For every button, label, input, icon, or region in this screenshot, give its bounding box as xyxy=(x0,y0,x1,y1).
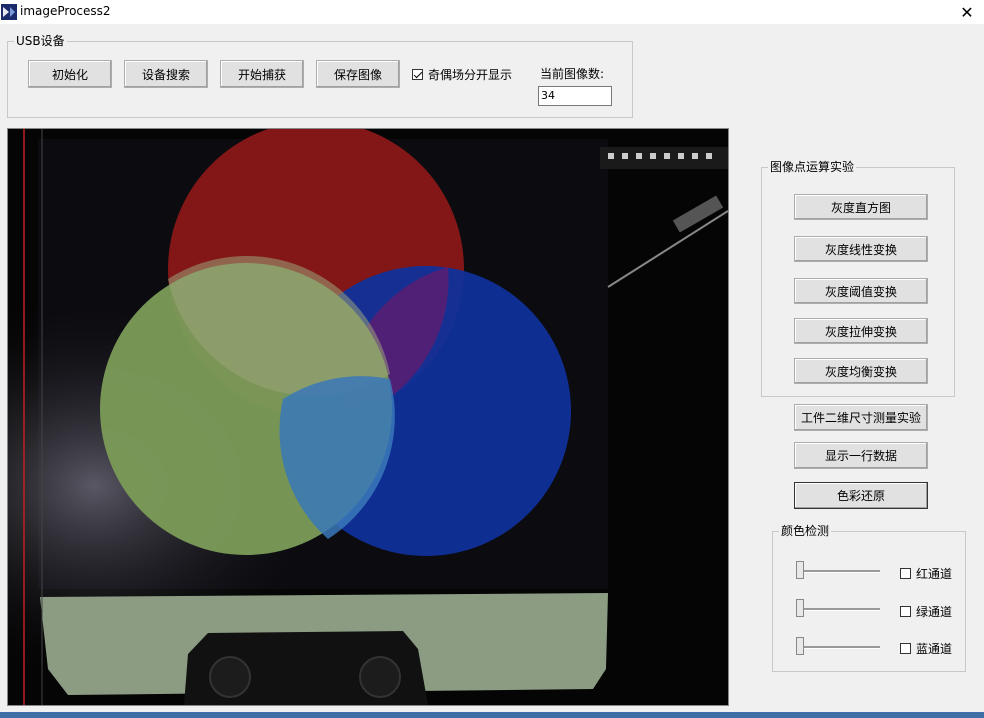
slider-track xyxy=(796,608,880,611)
blue-checkbox-box[interactable] xyxy=(900,643,911,654)
slider-thumb[interactable] xyxy=(796,599,804,617)
slider-thumb[interactable] xyxy=(796,561,804,579)
window-title: imageProcess2 xyxy=(20,4,111,18)
red-checkbox-box[interactable] xyxy=(900,568,911,579)
usb-group-legend: USB设备 xyxy=(14,34,67,48)
slider-track xyxy=(796,570,880,573)
red-channel-label: 红通道 xyxy=(916,567,953,581)
image-count-field[interactable]: 34 xyxy=(538,86,612,106)
device-search-button[interactable]: 设备搜索 xyxy=(124,60,208,88)
gray-stretch-button[interactable]: 灰度拉伸变换 xyxy=(794,318,928,344)
blue-channel-label: 蓝通道 xyxy=(916,642,953,656)
blue-channel-checkbox[interactable]: 蓝通道 xyxy=(900,640,952,657)
save-image-button[interactable]: 保存图像 xyxy=(316,60,400,88)
gray-threshold-button[interactable]: 灰度阈值变换 xyxy=(794,278,928,304)
bottom-accent-strip xyxy=(0,712,984,718)
gray-linear-button[interactable]: 灰度线性变换 xyxy=(794,236,928,262)
green-checkbox-box[interactable] xyxy=(900,606,911,617)
show-row-data-button[interactable]: 显示一行数据 xyxy=(794,442,928,469)
gray-histogram-button[interactable]: 灰度直方图 xyxy=(794,194,928,220)
captured-image xyxy=(8,129,728,705)
green-channel-slider[interactable] xyxy=(796,599,880,619)
blue-channel-slider[interactable] xyxy=(796,637,880,657)
slider-thumb[interactable] xyxy=(796,637,804,655)
title-bar: imageProcess2 ✕ xyxy=(0,0,984,24)
start-capture-button[interactable]: 开始捕获 xyxy=(220,60,304,88)
odd-even-checkbox-box[interactable] xyxy=(412,69,423,80)
image-count-label: 当前图像数: xyxy=(540,67,605,81)
point-ops-legend: 图像点运算实验 xyxy=(768,160,857,174)
odd-even-checkbox-label: 奇偶场分开显示 xyxy=(428,68,513,82)
gray-equalize-button[interactable]: 灰度均衡变换 xyxy=(794,358,928,384)
color-detect-legend: 颜色检测 xyxy=(779,524,832,538)
green-channel-checkbox[interactable]: 绿通道 xyxy=(900,603,952,620)
slider-track xyxy=(796,646,880,649)
app-icon xyxy=(1,4,17,20)
red-channel-slider[interactable] xyxy=(796,561,880,581)
red-channel-checkbox[interactable]: 红通道 xyxy=(900,565,952,582)
close-icon[interactable]: ✕ xyxy=(950,0,984,24)
init-button[interactable]: 初始化 xyxy=(28,60,112,88)
green-channel-label: 绿通道 xyxy=(916,605,953,619)
workpiece-measure-button[interactable]: 工件二维尺寸测量实验 xyxy=(794,404,928,431)
color-restore-button[interactable]: 色彩还原 xyxy=(794,482,928,509)
odd-even-field-checkbox[interactable]: 奇偶场分开显示 xyxy=(412,66,512,83)
image-viewport[interactable] xyxy=(7,128,729,706)
